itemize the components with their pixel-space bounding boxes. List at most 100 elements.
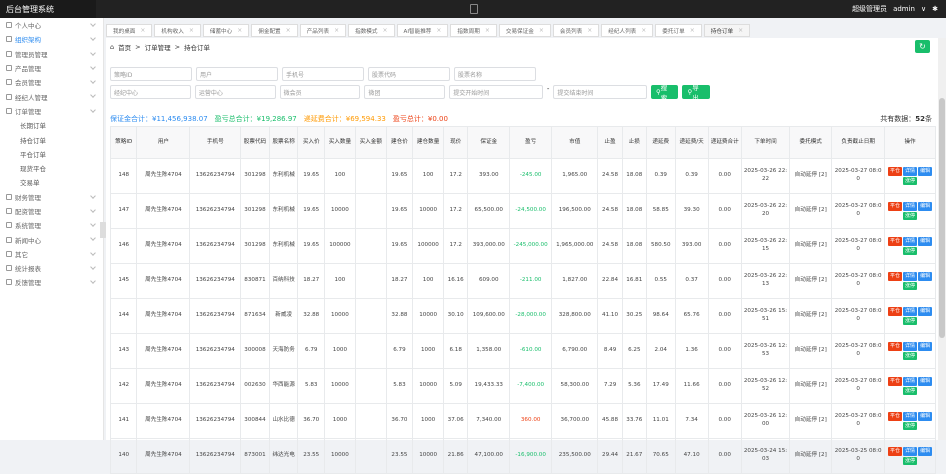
limit-button[interactable]: 涨停 [903, 281, 918, 291]
close-icon[interactable]: × [485, 27, 490, 34]
sidebar-item[interactable]: 管理员管理 [0, 47, 103, 61]
tab[interactable]: 持仓订单 × [703, 24, 751, 37]
user-name[interactable]: admin [893, 5, 915, 13]
breadcrumb-home[interactable]: 首页 [118, 42, 131, 52]
detail-button[interactable]: 详情 [903, 236, 918, 246]
tab[interactable]: 指数周期 × [450, 24, 497, 37]
tab[interactable]: 委托订单 × [655, 24, 702, 37]
limit-button[interactable]: 涨停 [903, 386, 918, 396]
filter-input[interactable]: 微会员 [279, 85, 361, 99]
sidebar-item[interactable]: 反馈管理 [0, 275, 103, 289]
filter-input[interactable]: 股票名称 [454, 67, 536, 81]
edit-button[interactable]: 编辑 [918, 411, 933, 421]
close-position-button[interactable]: 平仓 [888, 411, 903, 421]
detail-button[interactable]: 详情 [903, 446, 918, 456]
sidebar-item[interactable]: 经纪人管理 [0, 89, 103, 103]
close-icon[interactable]: × [539, 27, 544, 34]
sidebar-subitem[interactable]: 持仓订单 [0, 132, 103, 146]
sidebar-subitem[interactable]: 平仓订单 [0, 147, 103, 161]
edit-button[interactable]: 编辑 [918, 271, 933, 281]
sidebar-item[interactable]: 新闻中心 [0, 232, 103, 246]
home-icon[interactable]: ⌂ [110, 43, 114, 51]
detail-button[interactable]: 详情 [903, 271, 918, 281]
detail-button[interactable]: 详情 [903, 411, 918, 421]
close-icon[interactable]: × [738, 27, 743, 34]
limit-button[interactable]: 涨停 [903, 421, 918, 431]
breadcrumb-level1[interactable]: 订单管理 [145, 42, 171, 52]
end-time-input[interactable]: 提交结束时间 [553, 85, 647, 99]
filter-input[interactable]: 提交开始时间 [449, 85, 543, 99]
sidebar-item[interactable]: 产品管理 [0, 61, 103, 75]
edit-button[interactable]: 编辑 [918, 376, 933, 386]
tab[interactable]: 机构收入 × [154, 24, 201, 37]
document-icon[interactable] [470, 4, 479, 14]
edit-button[interactable]: 编辑 [918, 166, 933, 176]
close-position-button[interactable]: 平仓 [888, 446, 903, 456]
tab[interactable]: 储蓄中心 × [202, 24, 250, 37]
sidebar-item[interactable]: 财务管理 [0, 190, 103, 204]
chevron-down-icon[interactable]: ∨ [921, 5, 926, 13]
sidebar-item[interactable]: 会员管理 [0, 75, 103, 89]
close-icon[interactable]: × [189, 27, 194, 34]
limit-button[interactable]: 涨停 [903, 246, 918, 256]
close-icon[interactable]: × [641, 27, 646, 34]
sidebar-subitem[interactable]: 现货平仓 [0, 161, 103, 175]
tab[interactable]: 我的桌面 × [106, 24, 153, 37]
close-icon[interactable]: × [237, 27, 242, 34]
limit-button[interactable]: 涨停 [903, 211, 918, 221]
settings-icon[interactable]: ✱ [932, 5, 938, 13]
limit-button[interactable]: 涨停 [903, 351, 918, 361]
close-icon[interactable]: × [436, 27, 441, 34]
tab[interactable]: 产品列表 × [299, 24, 347, 37]
edit-button[interactable]: 编辑 [918, 201, 933, 211]
limit-button[interactable]: 涨停 [903, 456, 918, 466]
filter-input[interactable]: 股票代码 [368, 67, 450, 81]
close-position-button[interactable]: 平仓 [888, 376, 903, 386]
tab[interactable]: 交易保证金 × [498, 24, 551, 37]
refresh-button[interactable]: ↻ [915, 40, 930, 53]
sidebar-subitem[interactable]: 长期订单 [0, 118, 103, 132]
tab[interactable]: 经纪人列表 × [601, 24, 654, 37]
sidebar-item[interactable]: 配资管理 [0, 204, 103, 218]
close-position-button[interactable]: 平仓 [888, 341, 903, 351]
tab[interactable]: AI智能推荐 × [396, 24, 449, 37]
scrollbar-thumb[interactable] [939, 98, 945, 338]
search-button[interactable]: ⚲ 搜索 [651, 84, 679, 102]
filter-input[interactable]: 运营中心 [194, 85, 276, 99]
sidebar-item[interactable]: 系统管理 [0, 218, 103, 232]
filter-input[interactable]: 经纪中心 [110, 85, 191, 99]
close-icon[interactable]: × [334, 27, 339, 34]
edit-button[interactable]: 编辑 [918, 236, 933, 246]
filter-input[interactable]: 手机号 [282, 67, 364, 81]
close-icon[interactable]: × [690, 27, 695, 34]
close-icon[interactable]: × [286, 27, 291, 34]
close-icon[interactable]: × [587, 27, 592, 34]
close-position-button[interactable]: 平仓 [888, 201, 903, 211]
detail-button[interactable]: 详情 [903, 201, 918, 211]
sidebar-item[interactable]: 其它 [0, 247, 103, 261]
sidebar-item[interactable]: 个人中心 [0, 18, 103, 32]
close-position-button[interactable]: 平仓 [888, 166, 903, 176]
close-position-button[interactable]: 平仓 [888, 306, 903, 316]
edit-button[interactable]: 编辑 [918, 341, 933, 351]
detail-button[interactable]: 详情 [903, 376, 918, 386]
filter-input[interactable]: 用户 [196, 67, 278, 81]
limit-button[interactable]: 涨停 [903, 316, 918, 326]
sidebar-item[interactable]: 订单管理 [0, 104, 103, 118]
sidebar-subitem[interactable]: 交易单 [0, 175, 103, 189]
page-scrollbar[interactable] [938, 38, 946, 440]
close-icon[interactable]: × [140, 27, 145, 34]
detail-button[interactable]: 详情 [903, 341, 918, 351]
detail-button[interactable]: 详情 [903, 306, 918, 316]
tab[interactable]: 佣金配置 × [251, 24, 298, 37]
close-icon[interactable]: × [383, 27, 388, 34]
sidebar-item[interactable]: 统计报表 [0, 261, 103, 275]
filter-input[interactable]: 微团 [364, 85, 446, 99]
export-button[interactable]: ⚲ 导出 [682, 84, 710, 102]
limit-button[interactable]: 涨停 [903, 176, 918, 186]
close-position-button[interactable]: 平仓 [888, 236, 903, 246]
edit-button[interactable]: 编辑 [918, 306, 933, 316]
edit-button[interactable]: 编辑 [918, 446, 933, 456]
tab[interactable]: 指数模式 × [348, 24, 395, 37]
detail-button[interactable]: 详情 [903, 166, 918, 176]
